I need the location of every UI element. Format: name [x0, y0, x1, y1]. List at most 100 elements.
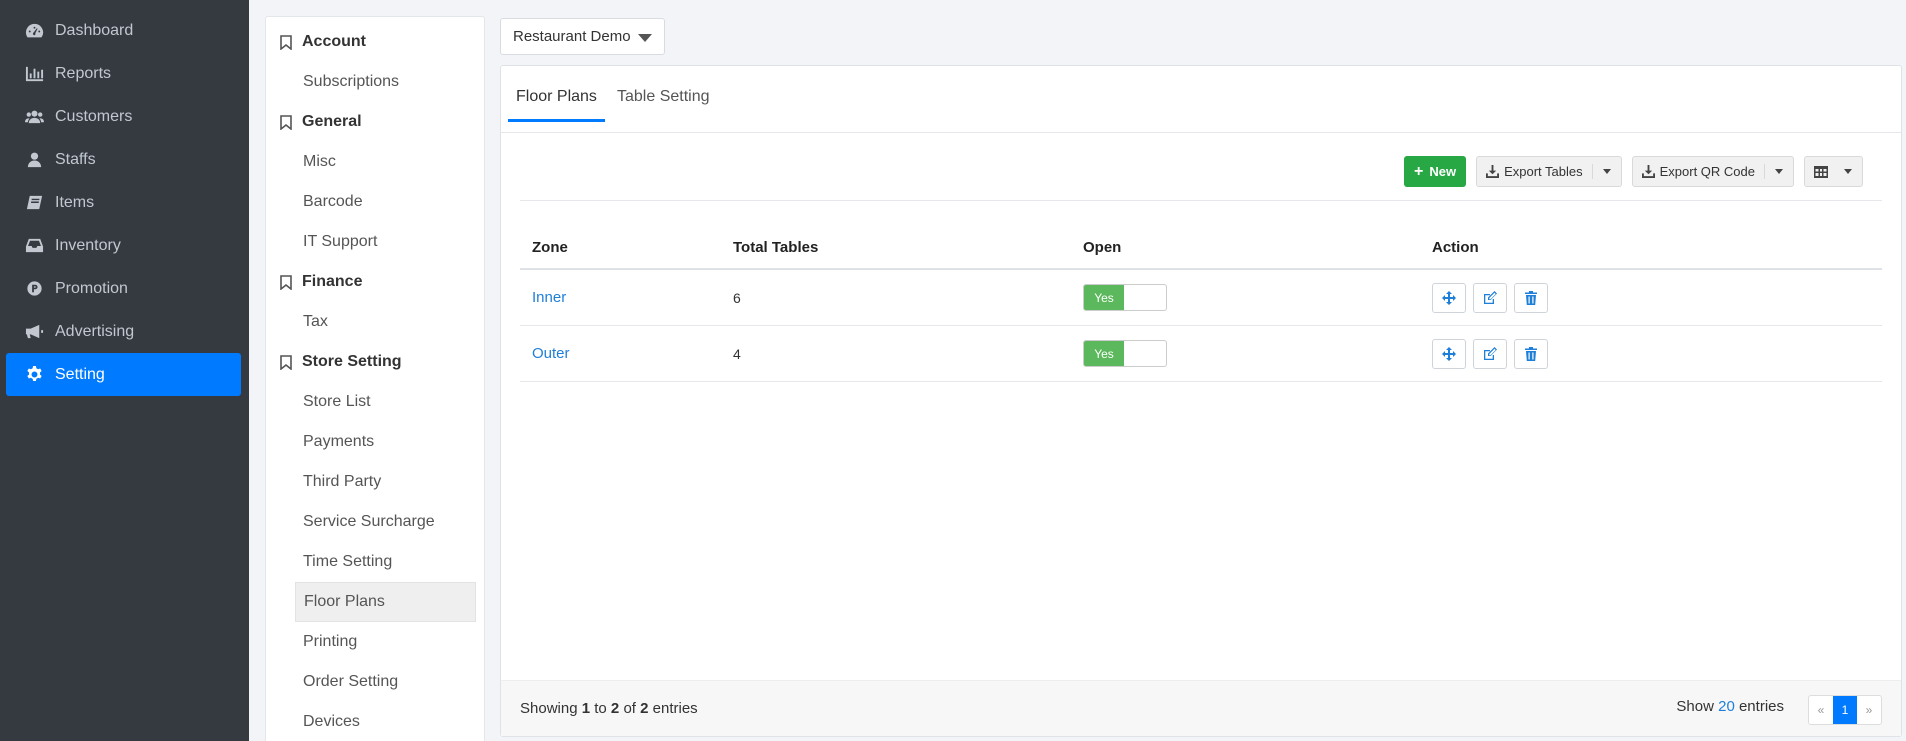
open-toggle[interactable]: Yes — [1083, 284, 1167, 311]
show-label: Show — [1676, 698, 1714, 715]
table-row: Outer 4 Yes — [520, 326, 1882, 382]
showing-from: 1 — [581, 700, 591, 717]
page-1-button[interactable]: 1 — [1833, 696, 1857, 724]
bookmark-icon — [280, 34, 292, 50]
open-toggle[interactable]: Yes — [1083, 340, 1167, 367]
bookmark-icon — [280, 274, 292, 290]
menu-group-label: Finance — [302, 273, 363, 290]
toolbar: + New Export Tables Export QR Code — [1404, 156, 1863, 187]
export-qr-group: Export QR Code — [1631, 156, 1794, 187]
header-open[interactable]: Open — [1071, 239, 1420, 256]
book-icon — [26, 195, 43, 210]
nav-label: Promotion — [55, 279, 128, 297]
nav-label: Items — [55, 193, 95, 211]
menu-item-third-party[interactable]: Third Party — [266, 462, 484, 502]
menu-group-finance: Finance — [266, 262, 484, 302]
bookmark-icon — [280, 114, 292, 130]
megaphone-icon — [25, 324, 44, 339]
menu-item-tax[interactable]: Tax — [266, 302, 484, 342]
delete-button[interactable] — [1514, 282, 1548, 313]
dashboard-icon — [25, 23, 44, 38]
settings-menu: Account Subscriptions General Misc Barco… — [265, 16, 485, 741]
nav-item-items[interactable]: Items — [6, 181, 241, 224]
table-header: Zone Total Tables Open Action — [520, 226, 1882, 270]
nav-item-setting[interactable]: Setting — [6, 353, 241, 396]
edit-button[interactable] — [1473, 338, 1507, 369]
menu-item-printing[interactable]: Printing — [266, 622, 484, 662]
menu-item-it-support[interactable]: IT Support — [266, 222, 484, 262]
table-icon — [1814, 165, 1828, 178]
menu-item-misc[interactable]: Misc — [266, 142, 484, 182]
prev-page-button[interactable]: « — [1809, 696, 1833, 724]
bar-chart-icon — [25, 66, 44, 82]
menu-group-account: Account — [266, 22, 484, 62]
export-tables-dropdown[interactable] — [1593, 169, 1621, 174]
nav-item-inventory[interactable]: Inventory — [6, 224, 241, 267]
menu-group-label: Store Setting — [302, 353, 402, 370]
export-qr-label: Export QR Code — [1659, 164, 1755, 179]
menu-item-payments[interactable]: Payments — [266, 422, 484, 462]
header-total-tables[interactable]: Total Tables — [721, 239, 1071, 256]
menu-item-subscriptions[interactable]: Subscriptions — [266, 62, 484, 102]
caret-down-icon — [1844, 169, 1852, 174]
tab-table-setting[interactable]: Table Setting — [609, 88, 718, 122]
nav-label: Inventory — [55, 236, 121, 254]
export-tables-label: Export Tables — [1504, 164, 1583, 179]
zone-link[interactable]: Outer — [532, 345, 570, 362]
nav-list: Dashboard Reports Customers Staffs Items… — [0, 0, 249, 396]
showing-to-word: to — [594, 700, 607, 717]
zone-link[interactable]: Inner — [532, 289, 566, 306]
plus-icon: + — [1414, 162, 1424, 180]
export-qr-button[interactable]: Export QR Code — [1633, 164, 1765, 179]
row-actions — [1432, 338, 1548, 369]
nav-item-reports[interactable]: Reports — [6, 52, 241, 95]
menu-item-barcode[interactable]: Barcode — [266, 182, 484, 222]
column-toggle-button[interactable] — [1805, 165, 1834, 178]
total-tables-cell: 6 — [733, 289, 741, 306]
menu-item-order-setting[interactable]: Order Setting — [266, 662, 484, 702]
nav-item-dashboard[interactable]: Dashboard — [6, 9, 241, 52]
column-toggle-group[interactable] — [1804, 156, 1863, 187]
page-size-select[interactable]: 20 — [1718, 698, 1735, 715]
inbox-icon — [25, 238, 44, 253]
menu-item-devices[interactable]: Devices — [266, 702, 484, 741]
nav-item-advertising[interactable]: Advertising — [6, 310, 241, 353]
menu-item-time-setting[interactable]: Time Setting — [266, 542, 484, 582]
store-select[interactable]: Restaurant Demo — [500, 18, 665, 55]
move-button[interactable] — [1432, 282, 1466, 313]
nav-item-promotion[interactable]: Promotion — [6, 267, 241, 310]
edit-icon — [1484, 290, 1497, 304]
new-button[interactable]: + New — [1404, 156, 1467, 187]
nav-item-staffs[interactable]: Staffs — [6, 138, 241, 181]
entries-label: entries — [1738, 698, 1784, 715]
nav-item-customers[interactable]: Customers — [6, 95, 241, 138]
menu-group-store-setting: Store Setting — [266, 342, 484, 382]
export-qr-dropdown[interactable] — [1765, 169, 1793, 174]
trash-icon — [1525, 290, 1537, 305]
move-button[interactable] — [1432, 338, 1466, 369]
showing-of-word: of — [623, 700, 636, 717]
menu-item-floor-plans[interactable]: Floor Plans — [295, 582, 476, 622]
nav-label: Advertising — [55, 322, 135, 340]
menu-item-store-list[interactable]: Store List — [266, 382, 484, 422]
header-zone[interactable]: Zone — [520, 239, 721, 256]
nav-label: Reports — [55, 64, 112, 82]
edit-button[interactable] — [1473, 282, 1507, 313]
floor-plans-card: Floor Plans Table Setting + New Export T… — [500, 65, 1902, 737]
store-select-value: Restaurant Demo — [513, 28, 631, 45]
tab-floor-plans[interactable]: Floor Plans — [508, 88, 605, 122]
page-size-control: Show 20 entries — [1676, 698, 1784, 715]
nav-label: Staffs — [55, 150, 96, 168]
left-sidebar: Dashboard Reports Customers Staffs Items… — [0, 0, 249, 741]
download-icon — [1641, 165, 1655, 178]
menu-group-label: General — [302, 113, 362, 130]
delete-button[interactable] — [1514, 338, 1548, 369]
column-toggle-dropdown[interactable] — [1834, 169, 1862, 174]
row-actions — [1432, 282, 1548, 313]
nav-label: Customers — [55, 107, 133, 125]
caret-down-icon — [1602, 169, 1611, 174]
next-page-button[interactable]: » — [1857, 696, 1881, 724]
nav-label: Dashboard — [55, 21, 134, 39]
export-tables-button[interactable]: Export Tables — [1477, 164, 1593, 179]
menu-item-service-surcharge[interactable]: Service Surcharge — [266, 502, 484, 542]
